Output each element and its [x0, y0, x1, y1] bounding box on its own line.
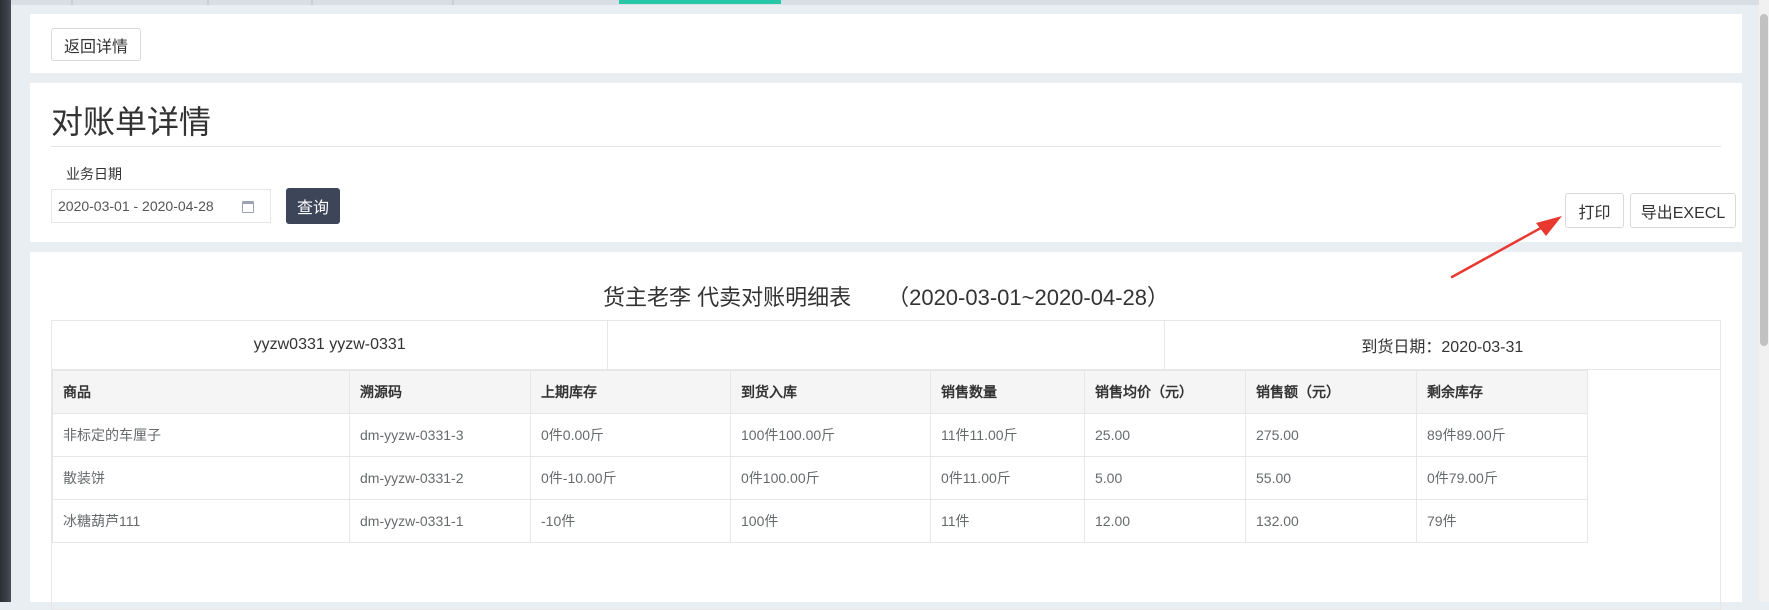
annotation-arrow-icon [1450, 216, 1562, 279]
calendar-icon[interactable] [242, 201, 254, 213]
column-header: 商品 [52, 370, 350, 414]
page-title: 对账单详情 [51, 104, 212, 140]
page-scrollbar[interactable] [1759, 0, 1769, 602]
cell-avg-price: 12.00 [1084, 499, 1246, 543]
cell-sales-qty: 11件11.00斤 [930, 413, 1085, 457]
column-header: 上期库存 [530, 370, 731, 414]
tab-divider [311, 0, 313, 5]
tab-divider [207, 0, 209, 5]
cell-sales-qty: 11件 [930, 499, 1085, 543]
cell-product: 冰糖葫芦111 [52, 499, 350, 543]
column-header: 溯源码 [349, 370, 531, 414]
report-title-main: 货主老李 代卖对账明细表 [602, 285, 852, 310]
business-date-range-input[interactable]: 2020-03-01 - 2020-04-28 [51, 189, 271, 223]
tab-divider [71, 0, 73, 5]
column-header: 销售均价（元） [1084, 370, 1246, 414]
cell-trace-code: dm-yyzw-0331-2 [349, 456, 531, 500]
cell-product: 非标定的车厘子 [52, 413, 350, 457]
report-info-row: yyzw0331 yyzw-0331 到货日期：2020-03-31 [51, 320, 1721, 370]
cell-sales-qty: 0件11.00斤 [930, 456, 1085, 500]
cell-sales-amount: 275.00 [1245, 413, 1417, 457]
cell-remaining-stock: 79件 [1416, 499, 1588, 543]
scrollbar-thumb[interactable] [1760, 14, 1768, 346]
statement-table: 商品 溯源码 上期库存 到货入库 销售数量 销售均价（元） 销售额（元） 剩余库… [52, 370, 1588, 543]
column-header: 销售额（元） [1245, 370, 1417, 414]
cell-remaining-stock: 0件79.00斤 [1416, 456, 1588, 500]
cell-trace-code: dm-yyzw-0331-3 [349, 413, 531, 457]
tab-active-indicator[interactable] [619, 0, 781, 4]
info-middle-cell [607, 321, 1163, 369]
cell-prev-stock: -10件 [530, 499, 731, 543]
cell-prev-stock: 0件-10.00斤 [530, 456, 731, 500]
cell-avg-price: 25.00 [1084, 413, 1246, 457]
cell-arrival-in: 0件100.00斤 [730, 456, 931, 500]
cell-prev-stock: 0件0.00斤 [530, 413, 731, 457]
shipment-code-cell: yyzw0331 yyzw-0331 [253, 336, 406, 353]
report-panel: 货主老李 代卖对账明细表 （2020-03-01~2020-04-28） yyzw… [30, 252, 1742, 610]
query-button[interactable]: 查询 [286, 188, 340, 224]
top-tab-bar [11, 0, 1769, 5]
arrival-date-cell: 到货日期：2020-03-31 [1163, 321, 1720, 369]
table-row: 非标定的车厘子 dm-yyzw-0331-3 0件0.00斤 100件100.0… [52, 413, 1588, 457]
left-sidebar-edge [0, 0, 11, 602]
column-header: 销售数量 [930, 370, 1085, 414]
column-header: 剩余库存 [1416, 370, 1588, 414]
date-range-value: 2020-03-01 - 2020-04-28 [58, 198, 214, 214]
title-divider [51, 146, 1721, 147]
statement-table-container: 商品 溯源码 上期库存 到货入库 销售数量 销售均价（元） 销售额（元） 剩余库… [51, 370, 1721, 610]
business-date-label: 业务日期 [66, 166, 122, 182]
cell-trace-code: dm-yyzw-0331-1 [349, 499, 531, 543]
table-row: 冰糖葫芦111 dm-yyzw-0331-1 -10件 100件 11件 12.… [52, 499, 1588, 543]
print-button[interactable]: 打印 [1565, 193, 1624, 228]
export-excel-button[interactable]: 导出EXECL [1630, 193, 1736, 228]
tab-divider [452, 0, 454, 5]
report-title-date-range: （2020-03-01~2020-04-28） [887, 285, 1170, 310]
back-panel: 返回详情 [30, 14, 1742, 73]
column-header: 到货入库 [730, 370, 931, 414]
cell-product: 散装饼 [52, 456, 350, 500]
cell-arrival-in: 100件100.00斤 [730, 413, 931, 457]
back-to-detail-button[interactable]: 返回详情 [51, 28, 141, 61]
table-row: 散装饼 dm-yyzw-0331-2 0件-10.00斤 0件100.00斤 0… [52, 456, 1588, 500]
cell-sales-amount: 55.00 [1245, 456, 1417, 500]
cell-remaining-stock: 89件89.00斤 [1416, 413, 1588, 457]
cell-avg-price: 5.00 [1084, 456, 1246, 500]
table-header-row: 商品 溯源码 上期库存 到货入库 销售数量 销售均价（元） 销售额（元） 剩余库… [52, 370, 1588, 414]
cell-arrival-in: 100件 [730, 499, 931, 543]
cell-sales-amount: 132.00 [1245, 499, 1417, 543]
